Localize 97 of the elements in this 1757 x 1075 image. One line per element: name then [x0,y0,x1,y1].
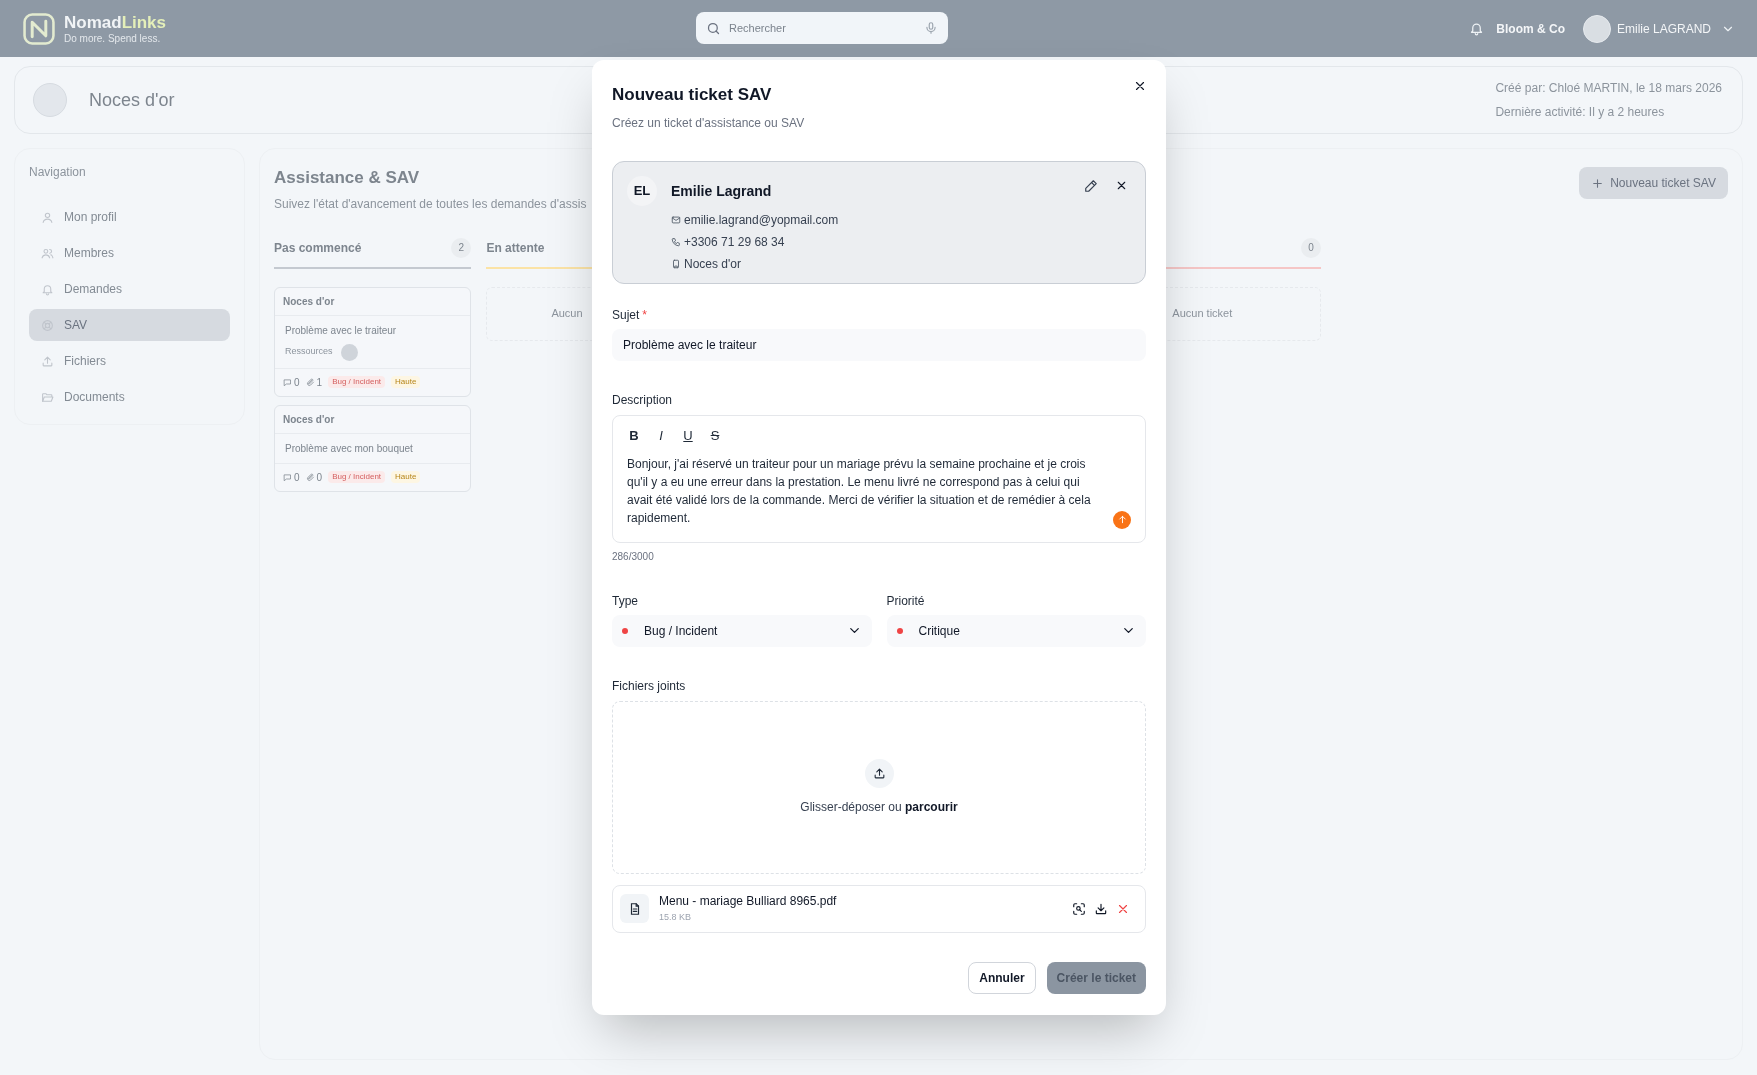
cancel-button[interactable]: Annuler [968,961,1036,994]
type-select[interactable]: Bug / Incident [612,614,872,647]
paperclip-icon [305,472,315,482]
person-icon [41,210,54,224]
created-info: Créé par: Chloé MARTIN, le 18 mars 2026 [1495,80,1722,97]
preview-button[interactable] [1071,901,1086,916]
type-tag: Bug / Incident [328,471,386,483]
character-counter: 286/3000 [612,549,655,564]
section-title: Assistance & SAV [274,167,420,189]
bell-icon[interactable] [1469,21,1485,36]
document-icon [620,894,649,923]
column-title: Pas commencé [274,239,362,257]
comment-icon [283,377,292,387]
required-mark: * [642,306,648,324]
comment-count: 0 [294,470,300,485]
avatar [340,343,358,361]
count-badge: 0 [1301,237,1321,258]
nav-item[interactable]: Membres [29,237,230,269]
nav-item[interactable]: SAV [29,309,230,341]
ticket-title: Problème avec le traiteur [285,323,398,338]
people-icon [41,246,54,260]
file-name: Menu - mariage Bulliard 8965.pdf [659,893,837,911]
dialog-subtitle: Créez un ticket d'assistance ou SAV [612,114,806,132]
file-drop-zone[interactable]: Glisser-déposer ou parcourir [612,700,1146,874]
contact-name: Emilie Lagrand [671,181,773,201]
column-title: En attente [486,239,545,257]
page-title: Noces d'or [89,88,175,112]
paperclip-icon [305,377,315,387]
dialog-title: Nouveau ticket SAV [612,84,772,106]
nav-item[interactable]: Fichiers [29,345,230,377]
search-icon [706,20,721,36]
field-label: Sujet [612,306,640,324]
folder-icon [41,390,54,404]
field-label: Type [612,592,639,610]
ticket-project: Noces d'or [275,405,471,434]
nav-item[interactable]: Documents [29,381,230,413]
navigation-title: Navigation [29,164,87,181]
drop-instructions: Glisser-déposer ou parcourir [800,798,958,816]
comment-count: 0 [294,375,300,390]
bold-button[interactable]: B [627,425,641,445]
nav-item[interactable]: Demandes [29,273,230,305]
send-button[interactable] [1113,510,1131,529]
strikethrough-button[interactable]: S [708,425,722,445]
comment-icon [283,472,292,482]
logo-text: NomadLinks [64,13,167,31]
upload-icon [864,758,894,788]
priority-tag: Haute [391,376,421,388]
underline-button[interactable]: U [681,425,695,445]
project-logo [33,83,67,117]
nav-item[interactable]: Mon profil [29,201,230,233]
italic-button[interactable]: I [654,425,668,445]
resources-label: Ressources [285,345,333,359]
priority-tag: Haute [391,471,421,483]
contact-phone: +3306 71 29 68 34 [684,233,785,251]
new-ticket-button[interactable]: Nouveau ticket SAV [1579,167,1728,199]
logo-tagline: Do more. Spend less. [64,33,162,44]
empty-column-text: Aucun [551,306,583,322]
search-input[interactable]: Rechercher [729,12,916,44]
field-label: Priorité [886,592,926,610]
plus-icon [1591,176,1605,190]
contact-email: emilie.lagrand@yopmail.com [684,211,839,229]
building-icon [671,258,681,269]
download-icon [1093,901,1108,916]
upload-icon [41,354,54,368]
user-menu[interactable]: Emilie LAGRAND [1582,14,1735,43]
description-text: Bonjour, j'ai réservé un traiteur pour un mariage prévu la semaine prochaine et je crois qu'il y a eu une erreur dans la prestation. Le menu livré ne correspond pas à celui qui avait été validé lors de la commande. Merci de vérifier la situation et de remédier à cela rapidement. [627,456,1092,527]
ticket-title: Problème avec mon bouquet [285,441,414,456]
priority-select[interactable]: Critique [886,614,1146,647]
phone-icon [671,236,681,247]
ticket-card[interactable]: Noces d'or Problème avec le traiteur Ressources 0 1 Bug / Incident Haute [274,286,472,397]
download-button[interactable] [1093,901,1108,916]
field-label: Description [612,391,674,409]
section-subtitle: Suivez l'état d'avancement de toutes les demandes d'assis [274,195,587,213]
last-activity: Dernière activité: Il y a 2 heures [1495,104,1666,121]
company-name[interactable]: Bloom & Co [1496,19,1565,38]
type-tag: Bug / Incident [328,376,386,388]
scan-search-icon [1071,901,1086,916]
subject-field[interactable]: Problème avec le traiteur [612,328,1146,361]
arrow-up-icon [1116,514,1128,525]
envelope-icon [671,214,681,225]
description-editor[interactable] [612,414,1146,543]
initials-avatar: EL [627,175,657,206]
ticket-project: Noces d'or [275,287,471,316]
field-label: Fichiers joints [612,677,687,695]
close-icon [1133,79,1147,93]
pencil-icon [1084,178,1098,193]
empty-column-text: Aucun ticket [1172,306,1233,322]
count-badge: 2 [451,237,472,258]
contact-project: Noces d'or [684,255,741,273]
attachment-count: 0 [316,470,323,485]
ticket-card[interactable]: Noces d'or Problème avec mon bouquet 0 0 Bug / Incident Haute [274,404,472,492]
bell-icon [41,282,54,296]
search-field[interactable]: Rechercher [696,12,948,44]
avatar [1582,14,1611,43]
attachment-count: 1 [316,375,323,390]
file-size: 15.8 KB [659,911,693,925]
logo-mark-icon [22,11,56,46]
